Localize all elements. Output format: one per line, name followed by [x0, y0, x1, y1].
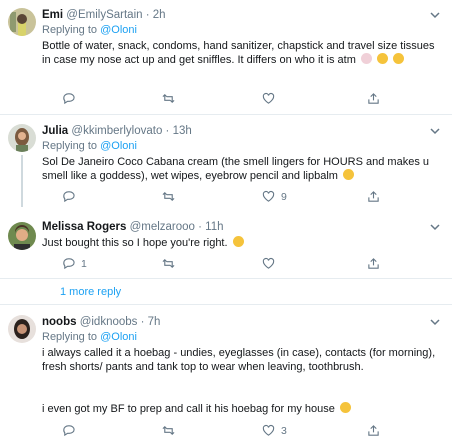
handle[interactable]: @EmilySartain: [66, 9, 142, 21]
reply-icon: [63, 191, 75, 203]
heart-icon: [262, 190, 275, 202]
mention-link[interactable]: @Oloni: [100, 140, 137, 152]
handle[interactable]: @melzarooo: [130, 221, 195, 233]
reply-button[interactable]: 1: [62, 257, 87, 270]
retweet-button[interactable]: [162, 424, 181, 437]
timestamp[interactable]: · 2h: [146, 9, 166, 21]
share-icon: [368, 425, 379, 436]
chevron-down-icon[interactable]: [428, 220, 442, 234]
avatar[interactable]: [8, 222, 36, 250]
like-button[interactable]: 3: [262, 424, 287, 437]
tweet-text: i always called it a hoebag - undies, ey…: [42, 347, 436, 373]
avatar[interactable]: [8, 315, 36, 343]
grimace-emoji: [232, 236, 244, 247]
avatar[interactable]: [8, 8, 36, 36]
share-icon: [368, 93, 379, 104]
retweet-icon: [162, 93, 175, 104]
chevron-down-icon[interactable]: [428, 124, 442, 138]
tweet-actions: 3: [62, 424, 432, 440]
handle[interactable]: @kkimberlylovato: [71, 125, 162, 137]
share-button[interactable]: [367, 92, 380, 105]
laughing-emoji: [377, 53, 388, 64]
tweet-actions: 1: [62, 257, 432, 273]
tongue-wink-emoji: [342, 169, 354, 180]
mention-link[interactable]: @Oloni: [100, 24, 137, 36]
like-button[interactable]: [262, 92, 281, 105]
reply-button[interactable]: [62, 190, 81, 203]
show-more-replies-link[interactable]: 1 more reply: [60, 286, 121, 298]
display-name[interactable]: Emi: [42, 9, 63, 21]
retweet-icon: [162, 191, 175, 202]
author-name[interactable]: Melissa Rogers @melzarooo · 11h: [42, 221, 224, 233]
tweet-text: Bottle of water, snack, condoms, hand sa…: [42, 40, 435, 66]
mention-link[interactable]: @Oloni: [100, 331, 137, 343]
timestamp[interactable]: · 13h: [166, 125, 192, 137]
display-name[interactable]: Julia: [42, 125, 68, 137]
retweet-button[interactable]: [162, 92, 181, 105]
like-button[interactable]: 9: [262, 190, 287, 203]
reply-icon: [63, 258, 75, 270]
grin-emoji: [339, 402, 351, 413]
heart-icon: [262, 424, 275, 436]
share-icon: [368, 258, 379, 269]
reply-button[interactable]: [62, 92, 81, 105]
replying-to: Replying to @Oloni: [42, 140, 137, 152]
divider: [0, 278, 452, 279]
chevron-down-icon[interactable]: [428, 315, 442, 329]
replying-to: Replying to @Oloni: [42, 331, 137, 343]
reply-icon: [63, 425, 75, 437]
tweet-actions: 9: [62, 190, 432, 206]
reply-button[interactable]: [62, 424, 81, 437]
tweet-text: Just bought this so I hope you're right.: [42, 236, 442, 250]
handle[interactable]: @idknoobs: [80, 316, 138, 328]
reply-icon: [63, 93, 75, 105]
tweet-text: Sol De Janeiro Coco Cabana cream (the sm…: [42, 156, 429, 182]
avatar[interactable]: [8, 124, 36, 152]
divider: [0, 114, 452, 115]
thread-line: [21, 155, 23, 207]
laughing-emoji: [393, 53, 405, 64]
share-icon: [368, 191, 379, 202]
author-name[interactable]: noobs @idknoobs · 7h: [42, 316, 160, 328]
retweet-icon: [162, 425, 175, 436]
share-button[interactable]: [367, 424, 380, 437]
retweet-button[interactable]: [162, 257, 181, 270]
tweet-text-2: i even got my BF to prep and call it his…: [42, 402, 442, 416]
heart-icon: [262, 92, 275, 104]
author-name[interactable]: Julia @kkimberlylovato · 13h: [42, 125, 192, 137]
divider: [0, 304, 452, 305]
share-button[interactable]: [367, 190, 380, 203]
heart-icon: [262, 257, 275, 269]
share-button[interactable]: [367, 257, 380, 270]
woman-shrugging-emoji: [360, 53, 372, 64]
retweet-button[interactable]: [162, 190, 181, 203]
timestamp[interactable]: · 11h: [198, 221, 223, 233]
timestamp[interactable]: · 7h: [141, 316, 161, 328]
replying-to: Replying to @Oloni: [42, 24, 137, 36]
retweet-icon: [162, 258, 175, 269]
tweet-actions: [62, 92, 432, 108]
display-name[interactable]: Melissa Rogers: [42, 221, 126, 233]
like-button[interactable]: [262, 257, 281, 270]
display-name[interactable]: noobs: [42, 316, 77, 328]
chevron-down-icon[interactable]: [428, 8, 442, 22]
author-name[interactable]: Emi @EmilySartain · 2h: [42, 9, 166, 21]
